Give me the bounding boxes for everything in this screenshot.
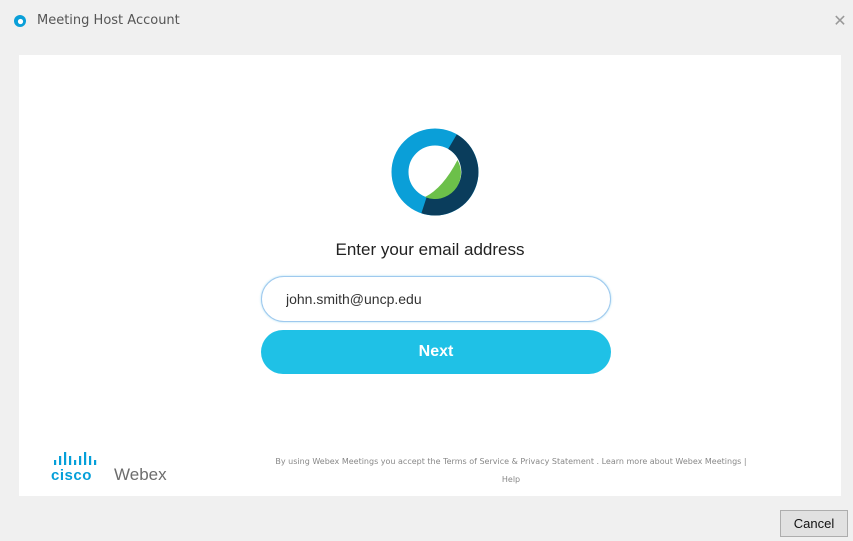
- privacy-link[interactable]: Privacy Statement: [520, 457, 594, 466]
- terms-link[interactable]: Terms of Service: [443, 457, 509, 466]
- cancel-button[interactable]: Cancel: [780, 510, 848, 537]
- title-bar: Meeting Host Account ✕: [0, 0, 853, 44]
- separator-pipe: |: [743, 457, 747, 466]
- help-link[interactable]: Help: [502, 475, 520, 484]
- cisco-webex-logo: cisco Webex: [51, 452, 181, 488]
- separator-dot: .: [596, 457, 600, 466]
- webex-wordmark: Webex: [114, 465, 167, 484]
- webex-icon: [14, 15, 26, 27]
- ampersand: &: [511, 457, 518, 466]
- email-field[interactable]: [261, 276, 611, 322]
- window-title: Meeting Host Account: [37, 13, 180, 28]
- close-button[interactable]: ✕: [827, 8, 853, 34]
- next-button[interactable]: Next: [261, 330, 611, 374]
- cisco-wordmark: cisco: [51, 467, 92, 484]
- close-icon: ✕: [833, 11, 847, 30]
- sign-in-panel: Enter your email address Next cisco Webe…: [19, 55, 841, 496]
- legal-notice: By using Webex Meetings you accept the T…: [201, 453, 821, 489]
- cisco-bars-icon: [54, 452, 97, 465]
- webex-logo: [391, 128, 479, 216]
- email-prompt: Enter your email address: [335, 240, 525, 259]
- legal-text: By using Webex Meetings you accept the: [275, 457, 441, 466]
- learn-more-link[interactable]: Learn more about Webex Meetings: [602, 457, 742, 466]
